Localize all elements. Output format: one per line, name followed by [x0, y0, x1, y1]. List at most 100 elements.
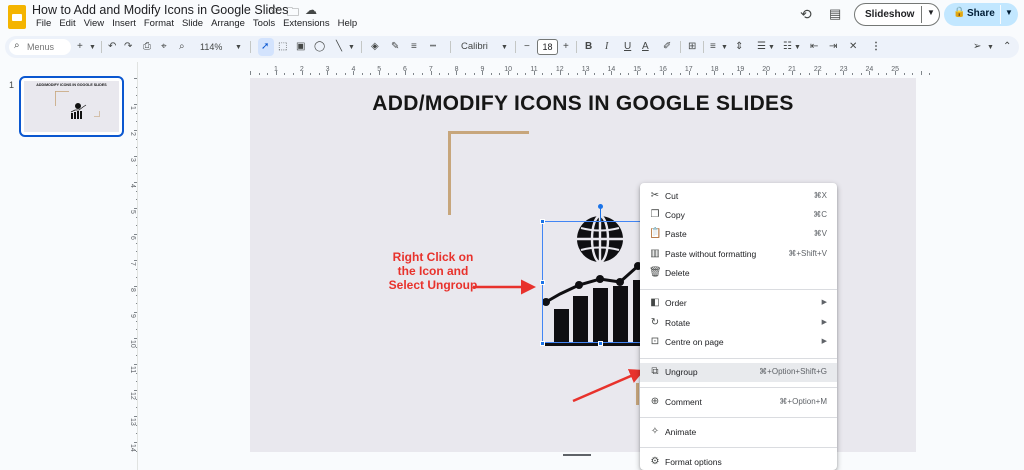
version-history-icon[interactable]: ⟲	[800, 6, 812, 23]
numbered-list-icon[interactable]: ☷	[783, 40, 792, 54]
zoom-dropdown-icon[interactable]: ▼	[235, 41, 242, 55]
image-icon[interactable]: ▣	[296, 40, 305, 54]
rotation-handle[interactable]	[598, 204, 603, 209]
ruler-tick	[843, 71, 845, 75]
text-color-icon[interactable]: A	[642, 40, 649, 54]
font-family[interactable]: Calibri	[461, 40, 488, 54]
menu-item-cut[interactable]: ✂ Cut ⌘X	[640, 187, 837, 206]
menu-item-paste[interactable]: 📋 Paste ⌘V	[640, 225, 837, 244]
menus-search-input[interactable]	[27, 41, 69, 53]
decrease-font-icon[interactable]: −	[524, 40, 530, 54]
menu-item-animate[interactable]: ✧ Animate	[640, 423, 837, 442]
pen-tool-icon[interactable]: ➢	[973, 40, 981, 54]
font-dropdown-icon[interactable]: ▼	[501, 41, 508, 55]
border-dash-icon[interactable]: ┅	[430, 40, 436, 54]
bulleted-list-icon[interactable]: ☰	[757, 40, 766, 54]
font-size-input[interactable]: 18	[537, 39, 558, 55]
zoom-icon[interactable]: ⌕	[179, 40, 185, 54]
menu-item-comment[interactable]: ⊕ Comment ⌘+Option+M	[640, 393, 837, 412]
redo-icon[interactable]: ↷	[124, 40, 132, 54]
bullet-dropdown-icon[interactable]: ▼	[768, 41, 775, 55]
horizontal-ruler[interactable]: 1 2 3 4 5 6 7 8 9 10 11 12 13 14 15 16 17 18 19 20 21 22 23 24 2…	[250, 62, 931, 76]
menu-edit[interactable]: Edit	[55, 18, 79, 29]
document-title[interactable]: How to Add and Modify Icons in Google Sl…	[32, 3, 288, 17]
toolbar-divider	[361, 41, 362, 53]
increase-font-icon[interactable]: +	[563, 40, 569, 54]
menu-arrange[interactable]: Arrange	[207, 18, 249, 29]
shape-icon[interactable]: ◯	[314, 40, 325, 54]
share-dropdown-icon[interactable]: ▼	[1005, 8, 1013, 17]
comments-icon[interactable]: ▤	[829, 6, 841, 22]
zoom-level[interactable]: 114%	[200, 40, 222, 54]
resize-handle-sw[interactable]	[540, 341, 545, 346]
undo-icon[interactable]: ↶	[108, 40, 116, 54]
menus-search[interactable]: ⌕	[9, 39, 71, 55]
ruler-tick	[877, 73, 879, 75]
ruler-tick	[817, 71, 819, 75]
new-slide-dropdown-icon[interactable]: ▼	[89, 41, 96, 55]
speaker-notes-handle[interactable]	[563, 454, 591, 456]
more-options-icon[interactable]: ⋮	[871, 40, 881, 54]
menu-extensions[interactable]: Extensions	[279, 18, 333, 29]
menu-help[interactable]: Help	[334, 18, 362, 29]
align-dropdown-icon[interactable]: ▼	[721, 41, 728, 55]
bold-icon[interactable]: B	[585, 40, 592, 54]
pen-dropdown-icon[interactable]: ▼	[987, 41, 994, 55]
new-slide-icon[interactable]: +	[77, 40, 83, 54]
menu-item-order[interactable]: ◧ Order ▶	[640, 294, 837, 313]
menu-item-paste-without-formatting[interactable]: ▥ Paste without formatting ⌘+Shift+V	[640, 245, 837, 264]
menu-insert[interactable]: Insert	[108, 18, 140, 29]
numbered-dropdown-icon[interactable]: ▼	[794, 41, 801, 55]
gold-accent-line-vertical[interactable]	[448, 131, 451, 215]
resize-handle-nw[interactable]	[540, 219, 545, 224]
paint-format-icon[interactable]: ⌖	[161, 40, 167, 54]
menu-item-shortcut: ⌘+Option+Shift+G	[759, 367, 827, 376]
menu-item-format-options[interactable]: ⚙ Format options	[640, 453, 837, 470]
menu-slide[interactable]: Slide	[178, 18, 207, 29]
ruler-tick	[774, 73, 776, 75]
print-icon[interactable]: ⎙	[143, 40, 151, 54]
gold-accent-line-horizontal[interactable]	[448, 131, 529, 134]
text-box-icon[interactable]: ⬚	[278, 40, 287, 54]
slides-logo[interactable]	[8, 5, 26, 29]
slideshow-button[interactable]: Slideshow ▼	[854, 3, 940, 26]
clear-formatting-icon[interactable]: ✕	[849, 40, 857, 54]
menu-item-rotate[interactable]: ↻ Rotate ▶	[640, 314, 837, 333]
line-icon[interactable]: ╲	[336, 40, 342, 54]
collapse-toolbar-icon[interactable]: ⌃	[1003, 40, 1011, 54]
resize-handle-w[interactable]	[540, 280, 545, 285]
menu-item-delete[interactable]: 🗑 Delete	[640, 264, 837, 283]
ruler-tick	[267, 73, 269, 75]
slide-title[interactable]: ADD/MODIFY ICONS IN GOOGLE SLIDES	[250, 92, 916, 116]
cloud-status-icon[interactable]: ☁	[305, 3, 317, 17]
insert-link-icon[interactable]: ⊞	[688, 40, 696, 54]
resize-handle-s[interactable]	[598, 341, 603, 346]
border-weight-icon[interactable]: ≡	[411, 40, 417, 54]
share-button[interactable]: 🔒 Share ▼	[944, 3, 1018, 26]
menu-item-centre-on-page[interactable]: ⊡ Centre on page ▶	[640, 333, 837, 352]
ruler-tick	[258, 73, 260, 75]
menu-file[interactable]: File	[32, 18, 55, 29]
instruction-text[interactable]: Right Click on the Icon and Select Ungro…	[388, 250, 478, 292]
menu-item-copy[interactable]: ❐ Copy ⌘C	[640, 206, 837, 225]
ruler-label: 2	[129, 132, 136, 136]
decrease-indent-icon[interactable]: ⇤	[810, 40, 818, 54]
highlight-icon[interactable]: ✐	[663, 40, 671, 54]
line-dropdown-icon[interactable]: ▼	[348, 41, 355, 55]
slide-thumbnail[interactable]: ADD/MODIFY ICONS IN GOOGLE SLIDES	[19, 76, 124, 137]
fill-color-icon[interactable]: ◈	[371, 40, 379, 54]
underline-icon[interactable]: U	[624, 40, 631, 54]
toolbar-divider	[703, 41, 704, 53]
slideshow-dropdown-icon[interactable]: ▼	[927, 8, 935, 17]
increase-indent-icon[interactable]: ⇥	[829, 40, 837, 54]
line-spacing-icon[interactable]: ⇕	[735, 40, 743, 54]
star-icon[interactable]: ☆	[269, 3, 280, 17]
align-icon[interactable]: ≡	[710, 40, 716, 54]
order-icon: ◧	[650, 297, 660, 308]
border-color-icon[interactable]: ✎	[391, 40, 399, 54]
italic-icon[interactable]: I	[605, 40, 608, 54]
menu-view[interactable]: View	[80, 18, 108, 29]
menu-item-ungroup[interactable]: ⧉ Ungroup ⌘+Option+Shift+G	[640, 363, 837, 382]
menu-format[interactable]: Format	[140, 18, 178, 29]
menu-tools[interactable]: Tools	[249, 18, 279, 29]
